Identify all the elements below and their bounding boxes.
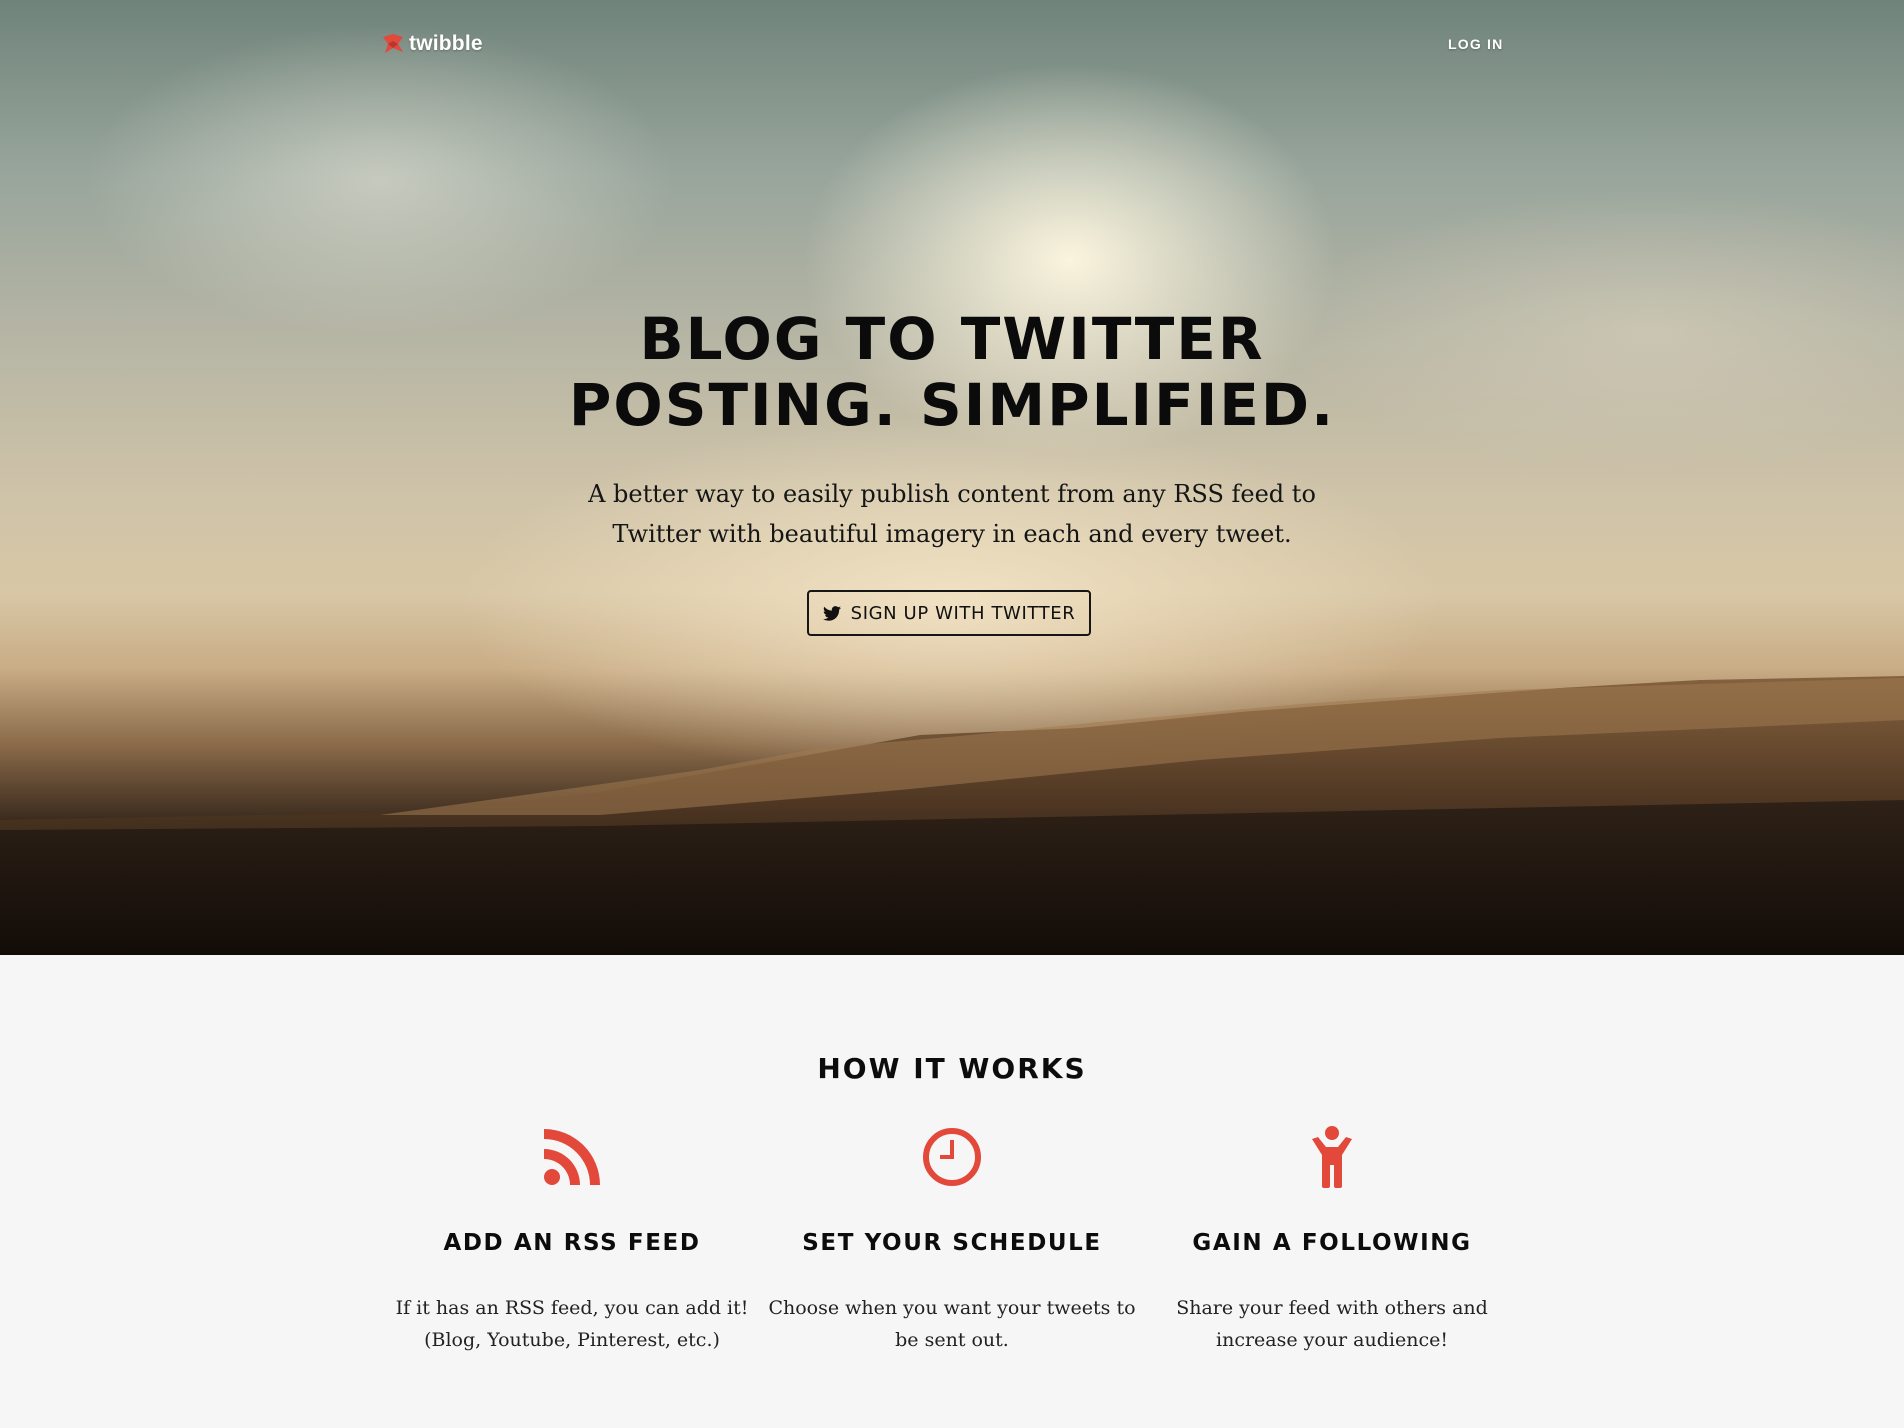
- headline-line-2: POSTING. SIMPLIFIED.: [568, 371, 1336, 439]
- feature-gain-a-following: GAIN A FOLLOWING Share your feed with ot…: [1142, 1124, 1522, 1356]
- feature-title: ADD AN RSS FEED: [443, 1230, 701, 1256]
- feature-description: Share your feed with others and increase…: [1176, 1297, 1488, 1351]
- twitter-bird-icon: [822, 605, 841, 621]
- how-it-works-title: HOW IT WORKS: [817, 1052, 1087, 1085]
- feature-add-rss-feed: ADD AN RSS FEED If it has an RSS feed, y…: [382, 1124, 762, 1356]
- person-icon: [1312, 1126, 1352, 1188]
- clock-icon: [923, 1128, 981, 1186]
- headline-line-1: BLOG TO TWITTER: [639, 305, 1265, 373]
- feature-description: If it has an RSS feed, you can add it! (…: [395, 1297, 749, 1351]
- feature-title: SET YOUR SCHEDULE: [802, 1230, 1102, 1256]
- twibble-logo[interactable]: twibble: [381, 32, 483, 56]
- twibble-logo-icon: [383, 34, 403, 53]
- feature-title: GAIN A FOLLOWING: [1192, 1230, 1472, 1256]
- rss-icon: [544, 1129, 600, 1185]
- feature-description: Choose when you want your tweets to be s…: [768, 1297, 1136, 1351]
- hero-subheadline: A better way to easily publish content f…: [588, 480, 1316, 548]
- hero-headline: BLOG TO TWITTER POSTING. SIMPLIFIED.: [452, 306, 1452, 438]
- feature-set-your-schedule: SET YOUR SCHEDULE Choose when you want y…: [762, 1124, 1142, 1356]
- login-link[interactable]: LOG IN: [1448, 36, 1503, 52]
- logo-text: twibble: [409, 32, 483, 55]
- hero-section: twibble LOG IN BLOG TO TWITTER POSTING. …: [0, 0, 1904, 955]
- cta-label: SIGN UP WITH TWITTER: [850, 602, 1076, 624]
- sign-up-with-twitter-button[interactable]: SIGN UP WITH TWITTER: [807, 590, 1091, 636]
